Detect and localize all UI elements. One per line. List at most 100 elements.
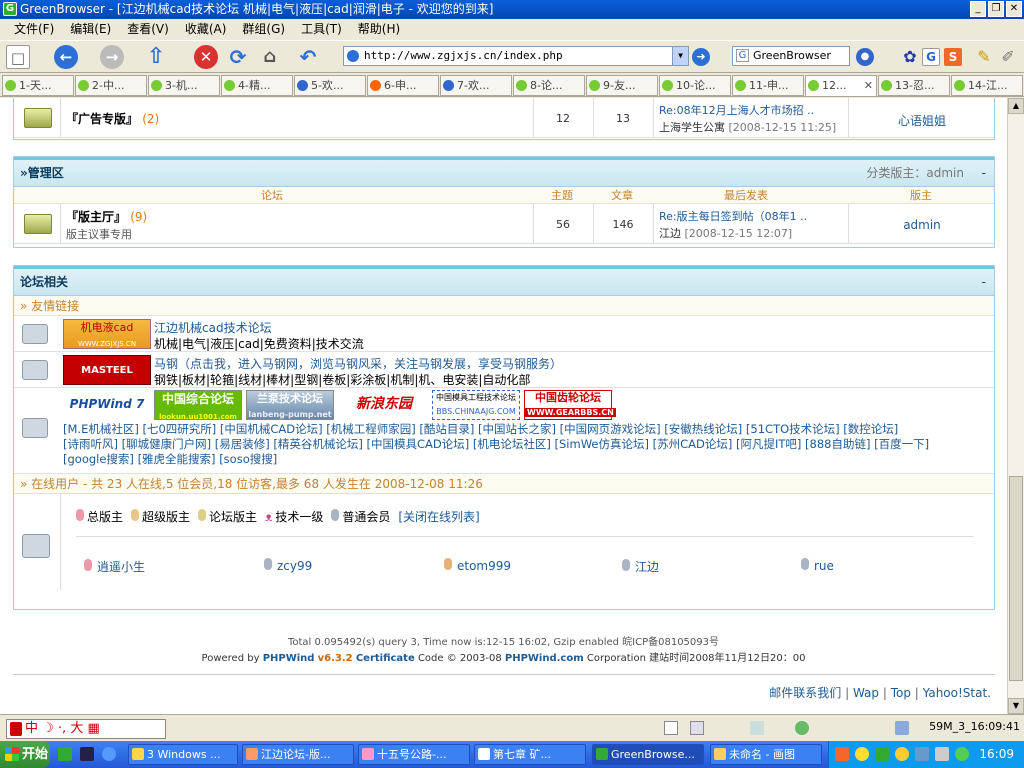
collapse-button[interactable]: - <box>982 160 986 186</box>
tab[interactable]: 8-论... <box>513 75 585 96</box>
close-button[interactable]: ✕ <box>1006 1 1022 17</box>
download-icon[interactable] <box>750 721 764 735</box>
google-icon[interactable]: G <box>922 48 940 66</box>
friend-link-title[interactable]: 江边机械cad技术论坛 <box>154 319 272 336</box>
clock[interactable]: 16:09 <box>979 741 1014 768</box>
wap-link[interactable]: Wap <box>853 686 879 700</box>
quicklaunch-save-icon[interactable] <box>80 747 94 761</box>
admin-zone-title[interactable]: »管理区 <box>20 166 64 180</box>
restore-button[interactable]: ❐ <box>988 1 1004 17</box>
menu-file[interactable]: 文件(F) <box>6 19 62 40</box>
stop-icon[interactable]: ✕ <box>194 45 218 69</box>
refresh-icon[interactable]: ⟳ <box>226 45 250 69</box>
start-button[interactable]: 开始 <box>0 741 50 768</box>
certificate-link[interactable]: Certificate <box>356 653 415 664</box>
proxy-icon[interactable] <box>795 721 809 735</box>
yahoo-stat-link[interactable]: Yahoo!Stat. <box>923 686 991 700</box>
home-icon[interactable]: ⌂ <box>258 45 282 69</box>
tab[interactable]: 2-中... <box>75 75 147 96</box>
task-highway[interactable]: 十五号公路-... <box>358 744 470 765</box>
scroll-up-icon[interactable]: ▲ <box>1008 98 1024 114</box>
category-moderator[interactable]: 分类版主：admin <box>866 160 964 186</box>
tab[interactable]: 14-江... <box>951 75 1023 96</box>
highlight-icon[interactable]: ✎ <box>972 45 996 69</box>
tab[interactable]: 3-机... <box>148 75 220 96</box>
menu-groups[interactable]: 群组(G) <box>234 19 293 40</box>
quicklaunch-ie-icon[interactable] <box>102 747 116 761</box>
forum-link-ads[interactable]: 『广告专版』 (2) <box>66 110 159 127</box>
ime-bar[interactable]: 中 ☽ ·, 大 ▦ <box>6 719 166 739</box>
back-icon[interactable]: ← <box>54 45 78 69</box>
menu-help[interactable]: 帮助(H) <box>350 19 408 40</box>
tray-sogou-icon[interactable] <box>835 747 849 761</box>
menu-favorites[interactable]: 收藏(A) <box>177 19 235 40</box>
task-paint[interactable]: 未命名 - 画图 <box>710 744 822 765</box>
jiangbian-banner[interactable]: 机电液cad WWW.ZGJXJS.CN <box>63 319 151 349</box>
online-user[interactable]: 逍遥小生 <box>84 558 145 575</box>
top-link[interactable]: Top <box>891 686 911 700</box>
search-engine-box[interactable]: G GreenBrowser <box>732 46 850 66</box>
menu-view[interactable]: 查看(V) <box>119 19 177 40</box>
moderator-link[interactable]: admin <box>848 218 996 232</box>
tray-network-icon[interactable] <box>915 747 929 761</box>
tray-im-icon[interactable] <box>895 747 909 761</box>
tray-qq-icon[interactable] <box>855 747 869 761</box>
tab[interactable]: 4-精... <box>221 75 293 96</box>
tab[interactable]: 5-欢... <box>294 75 366 96</box>
contact-email-link[interactable]: 邮件联系我们 <box>769 686 841 700</box>
tray-greenbrowser-icon[interactable] <box>875 747 889 761</box>
address-dropdown-icon[interactable]: ▼ <box>672 47 688 65</box>
tab[interactable]: 9-友... <box>586 75 658 96</box>
lanbeng-banner[interactable]: 兰泵技术论坛 lanbeng-pump.net <box>246 390 334 420</box>
baidu-icon[interactable]: ✿ <box>898 45 922 69</box>
pen-icon[interactable]: ✐ <box>996 45 1020 69</box>
sogou-icon[interactable]: S <box>944 48 962 66</box>
search-go-icon[interactable]: ● <box>856 48 874 66</box>
menu-tools[interactable]: 工具(T) <box>293 19 350 40</box>
zoom-icon[interactable] <box>895 721 909 735</box>
task-forum[interactable]: 江边论坛-版... <box>242 744 354 765</box>
friend-link-title[interactable]: 马钢（点击我，进入马钢网，浏览马钢风采，关注马钢发展，享受马钢服务） <box>154 355 562 372</box>
vertical-scrollbar[interactable]: ▲ ▼ <box>1007 98 1024 714</box>
text-links-line-3[interactable]: [google搜索] [雅虎全能搜索] [soso搜搜] <box>63 452 277 467</box>
online-user[interactable]: rue <box>801 558 834 573</box>
undo-close-icon[interactable]: ↶ <box>296 45 320 69</box>
collapse-button[interactable]: - <box>982 269 986 295</box>
phpwind-site-link[interactable]: PHPWind.com <box>505 653 584 664</box>
tab[interactable]: 10-论... <box>659 75 731 96</box>
minimize-button[interactable]: _ <box>970 1 986 17</box>
text-links-line-2[interactable]: [诗雨听风] [聊城健康门户网] [易居装修] [精英谷机械论坛] [中国模具C… <box>63 437 993 452</box>
last-post-link[interactable]: Re:版主每日签到帖（08年1 .. <box>659 208 807 224</box>
tab-close-icon[interactable]: ✕ <box>864 76 873 95</box>
address-bar[interactable]: http://www.zgjxjs.cn/index.php ▼ <box>343 46 689 66</box>
xinlang-banner[interactable]: 新浪东园 <box>340 390 428 420</box>
menu-edit[interactable]: 编辑(E) <box>62 19 119 40</box>
task-windows-explorer[interactable]: 3 Windows ... <box>128 744 238 765</box>
masteel-banner[interactable]: MASTEEL <box>63 355 151 385</box>
page-status-icon[interactable] <box>664 721 678 735</box>
phpwind-link[interactable]: PHPWind <box>263 653 315 664</box>
phpwind-banner[interactable]: PHPWind 7 <box>63 390 151 420</box>
task-word-doc[interactable]: 第七章 矿... <box>474 744 586 765</box>
new-page-icon[interactable]: □ <box>6 45 30 69</box>
tab[interactable]: 13-忍... <box>878 75 950 96</box>
forward-icon[interactable]: → <box>100 45 124 69</box>
tab[interactable]: 11-申... <box>732 75 804 96</box>
mold-forum-banner[interactable]: 中国模具工程技术论坛 BBS.CHINAAJG.COM <box>432 390 520 420</box>
online-user[interactable]: 江边 <box>622 558 659 575</box>
online-user[interactable]: etom999 <box>444 558 511 573</box>
last-post-link[interactable]: Re:08年12月上海人才市场招 .. <box>659 102 814 118</box>
moderator-link[interactable]: 心语姐姐 <box>848 112 996 129</box>
zhonghe-banner[interactable]: 中国综合论坛 lookun.uu1001.com <box>154 390 242 421</box>
gear-forum-banner[interactable]: 中国齿轮论坛 WWW.GEARBBS.CN <box>524 390 616 420</box>
forum-link-mod-hall[interactable]: 『版主厅』 (9) <box>66 208 147 225</box>
scroll-down-icon[interactable]: ▼ <box>1008 698 1024 714</box>
tab[interactable]: 7-欢... <box>440 75 512 96</box>
text-links-line-1[interactable]: [M.E机械社区] [七0四研究所] [中国机械CAD论坛] [机械工程师家园]… <box>63 422 993 437</box>
online-user[interactable]: zcy99 <box>264 558 312 573</box>
quicklaunch-greenbrowser-icon[interactable] <box>58 747 72 761</box>
tray-volume-icon[interactable] <box>935 747 949 761</box>
tray-update-icon[interactable] <box>955 747 969 761</box>
up-icon[interactable]: ⇧ <box>144 45 168 69</box>
task-greenbrowser[interactable]: GreenBrowse... <box>592 744 704 765</box>
